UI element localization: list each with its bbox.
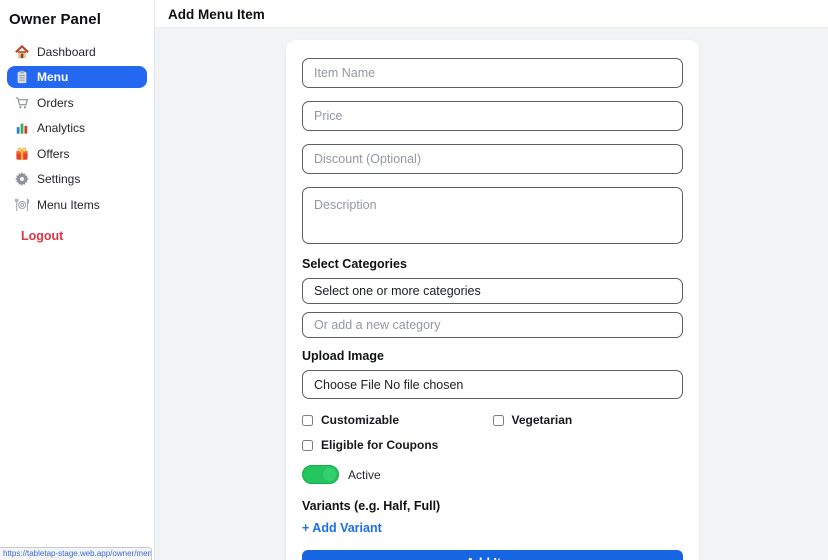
add-variant-link[interactable]: + Add Variant — [302, 521, 683, 535]
categories-select-value: Select one or more categories — [314, 284, 481, 298]
file-input[interactable]: Choose File No file chosen — [302, 370, 683, 399]
sidebar-item-dashboard[interactable]: Dashboard — [7, 41, 147, 63]
sidebar-item-label: Analytics — [37, 121, 85, 135]
sidebar-item-label: Menu Items — [37, 198, 100, 212]
active-toggle-row: Active — [302, 465, 683, 484]
sidebar-item-label: Dashboard — [37, 45, 96, 59]
sidebar-item-orders[interactable]: Orders — [7, 92, 147, 114]
sidebar-item-label: Orders — [37, 96, 74, 110]
vegetarian-label: Vegetarian — [512, 413, 573, 427]
sidebar-item-offers[interactable]: Offers — [7, 143, 147, 165]
topbar: Add Menu Item — [155, 0, 828, 28]
app-title: Owner Panel — [0, 0, 154, 37]
upload-image-label: Upload Image — [302, 349, 683, 363]
bar-chart-icon — [15, 121, 29, 135]
price-input[interactable] — [302, 101, 683, 131]
discount-input[interactable] — [302, 144, 683, 174]
checkbox-row-2: Eligible for Coupons — [302, 438, 683, 452]
file-input-text: Choose File No file chosen — [314, 378, 463, 392]
coupons-label: Eligible for Coupons — [321, 438, 438, 452]
add-menu-item-form: Select Categories Select one or more cat… — [286, 40, 699, 560]
sidebar-item-label: Settings — [37, 172, 80, 186]
description-input[interactable] — [302, 187, 683, 244]
checkbox-cell-vegetarian: Vegetarian — [493, 413, 684, 427]
active-toggle-label: Active — [348, 468, 381, 482]
gift-icon — [15, 147, 29, 161]
gear-icon — [15, 172, 29, 186]
sidebar: Owner Panel Dashboard Menu Orders Analyt… — [0, 0, 155, 560]
cart-icon — [15, 96, 29, 110]
plate-icon — [15, 198, 29, 212]
coupons-checkbox[interactable] — [302, 440, 313, 451]
page-title: Add Menu Item — [155, 0, 828, 22]
sidebar-item-label: Offers — [37, 147, 69, 161]
active-toggle[interactable] — [302, 465, 339, 484]
sidebar-item-menu-items[interactable]: Menu Items — [7, 194, 147, 216]
vegetarian-checkbox[interactable] — [493, 415, 504, 426]
checkbox-cell-coupons: Eligible for Coupons — [302, 438, 499, 452]
house-icon — [15, 45, 29, 59]
customizable-label: Customizable — [321, 413, 399, 427]
sidebar-item-menu[interactable]: Menu — [7, 66, 147, 88]
categories-label: Select Categories — [302, 257, 683, 271]
clipboard-icon — [15, 70, 29, 84]
sidebar-item-label: Menu — [37, 70, 68, 84]
checkbox-row-1: Customizable Vegetarian — [302, 413, 683, 427]
checkbox-cell-customizable: Customizable — [302, 413, 493, 427]
sidebar-item-settings[interactable]: Settings — [7, 168, 147, 190]
new-category-input[interactable] — [302, 312, 683, 338]
item-name-input[interactable] — [302, 58, 683, 88]
toggle-knob — [323, 468, 336, 481]
content-area: Select Categories Select one or more cat… — [155, 28, 828, 560]
add-item-button[interactable]: Add Item — [302, 550, 683, 560]
status-url-tooltip: https://tabletap-stage.web.app/owner/men… — [0, 547, 152, 560]
categories-select[interactable]: Select one or more categories — [302, 278, 683, 304]
sidebar-item-analytics[interactable]: Analytics — [7, 117, 147, 139]
variants-label: Variants (e.g. Half, Full) — [302, 499, 683, 513]
logout-button[interactable]: Logout — [0, 229, 154, 243]
customizable-checkbox[interactable] — [302, 415, 313, 426]
